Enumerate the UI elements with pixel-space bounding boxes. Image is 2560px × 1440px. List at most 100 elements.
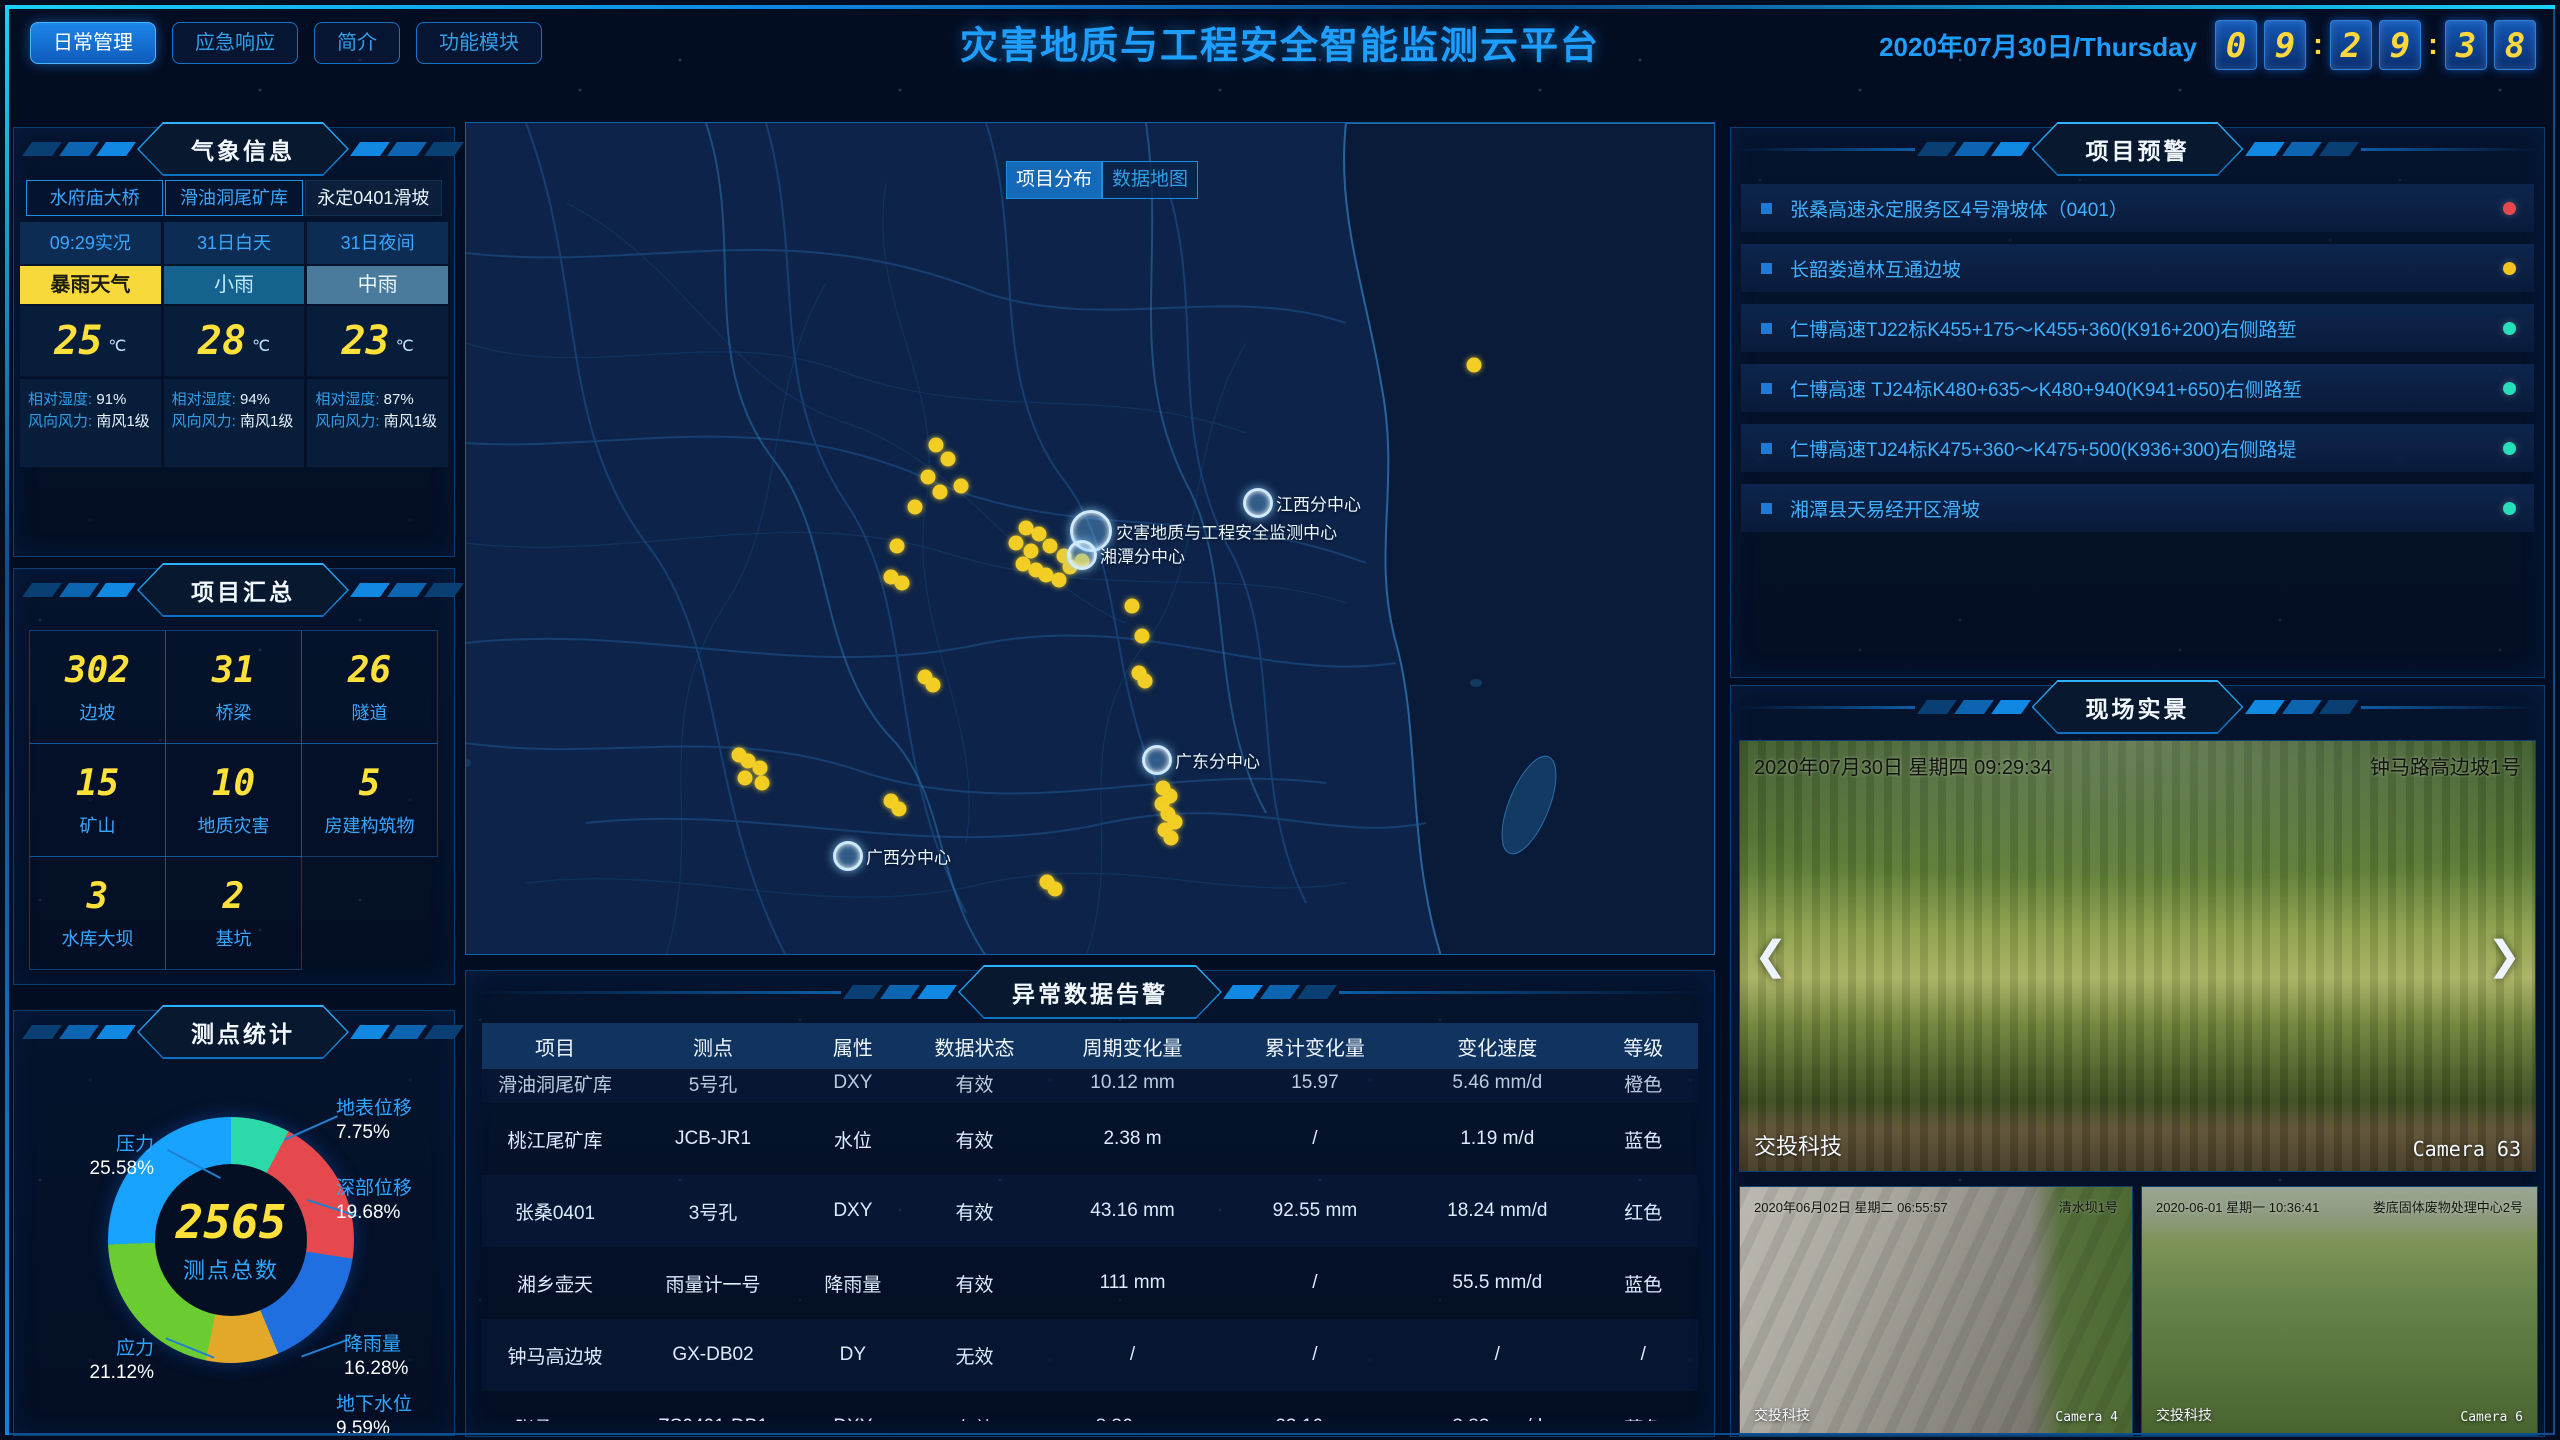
warning-text: 仁博高速TJ22标K455+175～K455+360(K916+200)右侧路堑 bbox=[1790, 315, 2503, 342]
project-location-dot[interactable] bbox=[892, 802, 907, 817]
weather-info: 相对湿度: 91% 风向风力: 南风1级 bbox=[20, 379, 161, 467]
project-location-dot[interactable] bbox=[954, 479, 969, 494]
camera-timestamp: 2020年06月02日 星期二 06:55:57 bbox=[1754, 1197, 1948, 1216]
camera-id-label: Camera 63 bbox=[2413, 1137, 2521, 1161]
points-total: 2565 bbox=[176, 1195, 287, 1249]
project-location-dot[interactable] bbox=[753, 761, 768, 776]
alerts-table-header: 项目 测点 属性 数据状态 周期变化量 累计变化量 变化速度 等级 bbox=[482, 1023, 1698, 1069]
table-row[interactable]: 张桑04013号孔 DXY有效 43.16 mm92.55 mm 18.24 m… bbox=[482, 1175, 1698, 1247]
wind-label: 风向风力: bbox=[28, 413, 92, 430]
warning-item[interactable]: 长韶娄道林互通边坡 bbox=[1741, 244, 2534, 292]
project-location-dot[interactable] bbox=[895, 576, 910, 591]
project-location-dot[interactable] bbox=[738, 771, 753, 786]
humidity-value: 94% bbox=[240, 391, 270, 408]
monitoring-center-marker[interactable]: 广东分中心 bbox=[1142, 745, 1172, 775]
warning-text: 湘潭县天易经开区滑坡 bbox=[1790, 495, 2503, 522]
warning-item[interactable]: 仁博高速TJ22标K455+175～K455+360(K916+200)右侧路堑 bbox=[1741, 304, 2534, 352]
marker-ring-icon bbox=[1142, 745, 1172, 775]
humidity-value: 91% bbox=[96, 391, 126, 408]
tab-project-distribution[interactable]: 项目分布 bbox=[1006, 161, 1102, 199]
warning-item[interactable]: 仁博高速TJ24标K475+360～K475+500(K936+300)右侧路堤 bbox=[1741, 424, 2534, 472]
project-location-dot[interactable] bbox=[1052, 573, 1067, 588]
callout-groundwater: 地下水位9.59% bbox=[336, 1393, 412, 1440]
alerts-panel-title: 异常数据告警 bbox=[1012, 981, 1168, 1007]
marker-label: 广东分中心 bbox=[1175, 748, 1260, 773]
col-header-attribute: 属性 bbox=[798, 1032, 907, 1061]
monitoring-center-marker[interactable]: 湘潭分中心 bbox=[1067, 540, 1097, 570]
nav-function-modules[interactable]: 功能模块 bbox=[416, 22, 542, 64]
wind-value: 南风1级 bbox=[240, 413, 293, 430]
project-location-dot[interactable] bbox=[1048, 882, 1063, 897]
tab-shuifumiao-bridge[interactable]: 水府庙大桥 bbox=[26, 180, 163, 216]
tab-huayoudong-tailings[interactable]: 滑油洞尾矿库 bbox=[165, 180, 302, 216]
temp-value: 23 bbox=[342, 318, 390, 364]
camera-site-label: 娄底固体废物处理中心2号 bbox=[2373, 1197, 2523, 1216]
stat-mines: 15矿山 bbox=[29, 743, 166, 857]
stat-tunnels: 26隧道 bbox=[301, 630, 438, 744]
project-location-dot[interactable] bbox=[755, 776, 770, 791]
point-statistics-panel: 测点统计 2565 测点总数 地表位移7.75% 深部位移19.68% 降雨量1… bbox=[13, 1010, 455, 1436]
project-location-dot[interactable] bbox=[941, 452, 956, 467]
nav-introduction[interactable]: 简介 bbox=[314, 22, 400, 64]
table-row[interactable]: 张桑0401ZS0401-DB1 DXY有效 8.86 mm23.16mm 3.… bbox=[482, 1391, 1698, 1421]
project-location-dot[interactable] bbox=[933, 485, 948, 500]
table-row[interactable]: 桃江尾矿库JCB-JR1 水位有效 2.38 m/ 1.19 m/d蓝色 bbox=[482, 1103, 1698, 1175]
project-location-dot[interactable] bbox=[1043, 539, 1058, 554]
warning-item[interactable]: 张桑高速永定服务区4号滑坡体（0401） bbox=[1741, 184, 2534, 232]
project-location-dot[interactable] bbox=[1138, 674, 1153, 689]
map-panel[interactable]: 项目分布 数据地图 江西分中心灾害地质与工程安全监测中心湘潭分中心广东分中心广西… bbox=[465, 122, 1715, 955]
project-location-dot[interactable] bbox=[926, 678, 941, 693]
status-dot-green bbox=[2503, 442, 2516, 455]
stat-dams: 3水库大坝 bbox=[29, 856, 166, 970]
warning-item[interactable]: 湘潭县天易经开区滑坡 bbox=[1741, 484, 2534, 532]
project-location-dot[interactable] bbox=[929, 438, 944, 453]
tab-yongding-0401-slope[interactable]: 永定0401滑坡 bbox=[305, 180, 442, 216]
points-panel-header: 测点统计 bbox=[14, 1009, 454, 1055]
map-tabs: 项目分布 数据地图 bbox=[1006, 161, 1198, 199]
callout-pressure: 压力25.58% bbox=[34, 1133, 154, 1181]
tab-data-map[interactable]: 数据地图 bbox=[1102, 161, 1198, 199]
next-camera-arrow-icon[interactable]: ❯ bbox=[2487, 933, 2521, 979]
stat-foundation-pits: 2基坑 bbox=[165, 856, 302, 970]
bullet-square-icon bbox=[1761, 383, 1772, 394]
callout-surface-displacement: 地表位移7.75% bbox=[336, 1097, 412, 1145]
project-location-dot[interactable] bbox=[921, 470, 936, 485]
main-nav: 日常管理 应急响应 简介 功能模块 bbox=[30, 22, 542, 64]
project-location-dot[interactable] bbox=[1467, 358, 1482, 373]
table-row[interactable]: 滑油洞尾矿库5号孔 DXY有效 10.12 mm15.97 5.46 mm/d橙… bbox=[482, 1069, 1698, 1103]
project-location-dot[interactable] bbox=[890, 539, 905, 554]
warning-item[interactable]: 仁博高速 TJ24标K480+635～K480+940(K941+650)右侧路… bbox=[1741, 364, 2534, 412]
weather-period: 31日夜间 bbox=[307, 222, 448, 264]
project-location-dot[interactable] bbox=[1135, 629, 1150, 644]
nav-daily-management[interactable]: 日常管理 bbox=[30, 22, 156, 64]
camera-brand-label: 交投科技 bbox=[1754, 1405, 1810, 1425]
humidity-label: 相对湿度: bbox=[172, 391, 236, 408]
bullet-square-icon bbox=[1761, 203, 1772, 214]
nav-emergency-response[interactable]: 应急响应 bbox=[172, 22, 298, 64]
clock-digit: 2 bbox=[2330, 20, 2372, 70]
camera-thumbnail-2[interactable]: 2020-06-01 星期一 10:36:41 娄底固体废物处理中心2号 交投科… bbox=[2141, 1186, 2538, 1436]
camera-thumbnail-1[interactable]: 2020年06月02日 星期二 06:55:57 清水坝1号 交投科技 Came… bbox=[1739, 1186, 2133, 1436]
project-location-dot[interactable] bbox=[908, 500, 923, 515]
col-header-period-change: 周期变化量 bbox=[1041, 1032, 1223, 1061]
digital-clock: 0 9 : 2 9 : 3 8 bbox=[2215, 20, 2536, 70]
table-row[interactable]: 钟马高边坡GX-DB02 DY无效 // // bbox=[482, 1319, 1698, 1391]
project-location-dot[interactable] bbox=[1009, 536, 1024, 551]
clock-digit: 8 bbox=[2494, 20, 2536, 70]
prev-camera-arrow-icon[interactable]: ❮ bbox=[1754, 933, 1788, 979]
project-warning-panel: 项目预警 张桑高速永定服务区4号滑坡体（0401） 长韶娄道林互通边坡 仁博高速… bbox=[1730, 127, 2545, 678]
main-camera-view[interactable]: 2020年07月30日 星期四 09:29:34 钟马路高边坡1号 交投科技 C… bbox=[1739, 740, 2536, 1172]
camera-brand-label: 交投科技 bbox=[1754, 1129, 1842, 1161]
marker-label: 江西分中心 bbox=[1276, 491, 1361, 516]
weather-temp: 23 ℃ bbox=[307, 306, 448, 376]
monitoring-center-marker[interactable]: 广西分中心 bbox=[833, 841, 863, 871]
table-row[interactable]: 湘乡壶天雨量计一号 降雨量有效 111 mm/ 55.5 mm/d蓝色 bbox=[482, 1247, 1698, 1319]
alerts-table: 项目 测点 属性 数据状态 周期变化量 累计变化量 变化速度 等级 滑油洞尾矿库… bbox=[482, 1023, 1698, 1421]
weather-info: 相对湿度: 94% 风向风力: 南风1级 bbox=[164, 379, 305, 467]
project-location-dot[interactable] bbox=[1125, 599, 1140, 614]
project-location-dot[interactable] bbox=[1164, 831, 1179, 846]
camera-id-label: Camera 6 bbox=[2460, 1410, 2523, 1425]
warning-text: 仁博高速TJ24标K475+360～K475+500(K936+300)右侧路堤 bbox=[1790, 435, 2503, 462]
monitoring-center-marker[interactable]: 江西分中心 bbox=[1243, 488, 1273, 518]
status-dot-green bbox=[2503, 322, 2516, 335]
